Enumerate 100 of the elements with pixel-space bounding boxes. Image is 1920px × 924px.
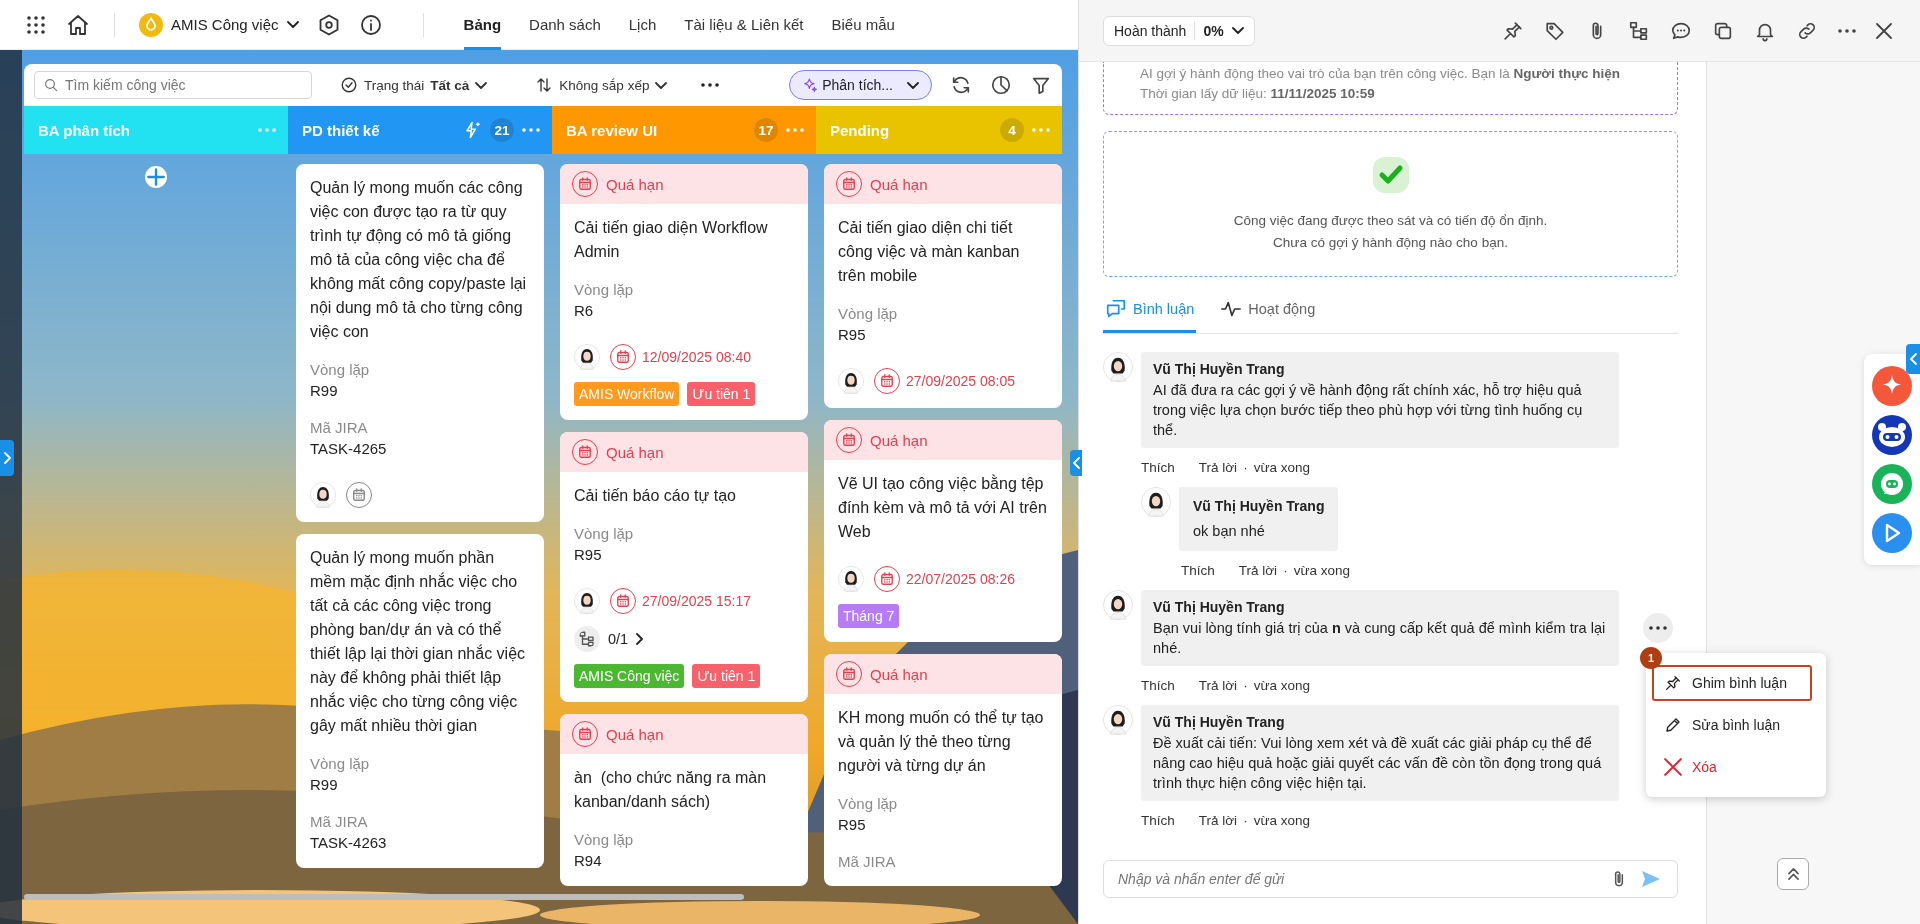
subtask-icon bbox=[574, 626, 600, 652]
field-label: Vòng lặp bbox=[838, 304, 899, 324]
task-card[interactable]: Quá hạn Cải tiến giao diện chi tiết công việc và màn kanban trên mobile Vòng lặp R95 27/09/2025 08:05 bbox=[824, 164, 1062, 408]
like-link[interactable]: Thích bbox=[1141, 460, 1175, 475]
plus-icon bbox=[147, 168, 165, 186]
task-card[interactable]: Quá hạn àn (cho chức năng ra màn kanban/danh sách) Vòng lặp R94 bbox=[560, 714, 808, 886]
note-line: AI gợi ý hành động theo vai trò của bạn trên công việc. Bạn là Người thực hiện bbox=[1140, 65, 1621, 83]
view-tab[interactable]: Biểu mẫu bbox=[831, 0, 895, 50]
double-chevron-up-icon bbox=[1787, 868, 1799, 880]
task-card[interactable]: Quá hạn Cải tiến giao diện Workflow Admin Vòng lặp R6 12/09/2025 08:40 AMIS Workflow Ưu tiên 1 bbox=[560, 164, 808, 420]
info-icon[interactable] bbox=[358, 12, 383, 37]
hierarchy-icon[interactable] bbox=[1628, 19, 1650, 42]
chat-icon[interactable] bbox=[1872, 464, 1912, 504]
field-label: Vòng lặp bbox=[838, 794, 899, 814]
detail-tab[interactable]: Hoạt động bbox=[1218, 287, 1318, 333]
view-tab[interactable]: Lịch bbox=[628, 0, 657, 50]
close-icon bbox=[1664, 758, 1682, 776]
field-value: R95 bbox=[838, 325, 867, 345]
like-link[interactable]: Thích bbox=[1141, 813, 1175, 828]
reply-link[interactable]: Trả lời bbox=[1198, 813, 1238, 828]
task-card[interactable] bbox=[296, 534, 544, 868]
field-value: R99 bbox=[310, 775, 339, 795]
chevron-right-icon bbox=[3, 452, 11, 464]
chevron-down-icon bbox=[907, 81, 919, 89]
view-tab[interactable]: Danh sách bbox=[529, 0, 601, 50]
comment-text: Bạn vui lòng tính giá trị của n và cung cấp kết quả để mình kiểm tra lại nhé. bbox=[1153, 619, 1607, 658]
field-label: Mã JIRA bbox=[838, 852, 897, 872]
step-badge: 1 bbox=[1640, 647, 1662, 669]
more-icon[interactable] bbox=[701, 83, 720, 87]
comment-text: AI đã đưa ra các gợi ý về hành động rất chính xác, hỗ trợ hiệu quả trong việc lựa chọn bước tiếp theo phù hợp với từng tình huống cụ thể. bbox=[1153, 381, 1584, 440]
check-badge-icon bbox=[1370, 155, 1411, 195]
overdue-label: Quá hạn bbox=[870, 431, 928, 449]
progress-dropdown[interactable]: Hoàn thành 0% bbox=[1103, 15, 1255, 46]
scrollbar[interactable] bbox=[24, 894, 744, 900]
avatar-icon bbox=[1103, 590, 1133, 620]
comment-time: vừa xong bbox=[1293, 563, 1350, 578]
count-badge: 21 bbox=[490, 118, 514, 142]
field-value: R95 bbox=[838, 815, 867, 835]
overdue-label: Quá hạn bbox=[606, 443, 664, 461]
menu-item[interactable]: Sửa bình luận bbox=[1652, 707, 1812, 743]
project-selector[interactable]: AMIS Công việc bbox=[139, 12, 299, 37]
chevron-left-icon bbox=[1909, 353, 1917, 365]
chevron-down-icon bbox=[286, 21, 299, 28]
scroll-top-button[interactable] bbox=[1777, 858, 1809, 890]
comment-text: ok bạn nhé bbox=[1193, 522, 1266, 541]
reply-link[interactable]: Trả lời bbox=[1198, 460, 1238, 475]
more-icon bbox=[1649, 626, 1667, 630]
refresh-icon[interactable] bbox=[950, 74, 972, 96]
overdue-label: Quá hạn bbox=[870, 665, 928, 683]
comment-author: Vũ Thị Huyền Trang bbox=[1153, 598, 1286, 617]
field-label: Vòng lặp bbox=[574, 524, 635, 544]
task-card[interactable]: Quá hạn KH mong muốn có thể tự tạo và quản lý thẻ theo từng người và từng dự án Vòng lặp R95 Mã JIRA bbox=[824, 654, 1062, 886]
note-line: Thời gian lấy dữ liệu: 11/11/2025 10:59 bbox=[1140, 85, 1376, 103]
sparkle-icon bbox=[802, 77, 819, 93]
separator: · bbox=[1243, 813, 1248, 828]
status-filter[interactable]: Trạng thái Tất cả bbox=[334, 76, 494, 94]
field-label: Vòng lặp bbox=[574, 830, 635, 850]
field-value: R6 bbox=[574, 301, 595, 321]
home-icon[interactable] bbox=[66, 12, 90, 37]
card-title: Quản lý mong muốn phần mềm mặc định nhắc việc cho tất cả các công việc trong phòng ban/dự án và có thể thiết lập lại thời gian nhắc việc này để không phải thiết lập nhắc việc cho từng công việc gây mất nhiều thời gian bbox=[310, 548, 527, 736]
comment-text: Đề xuất cải tiến: Vui lòng xem xét và đề xuất các giải pháp cụ thể để nâng cao hiệu quả hoặc giải quyết các vấn đề còn tồn đọng trong quá trình thực hiện công việc hiện tại. bbox=[1153, 734, 1603, 793]
expand-tab[interactable] bbox=[0, 440, 14, 476]
view-tab[interactable]: Tài liệu & Liên kết bbox=[684, 0, 804, 50]
more-icon[interactable] bbox=[1838, 28, 1856, 33]
card-title: KH mong muốn có thể tự tạo và quản lý thẻ theo từng người và từng dự án bbox=[838, 708, 1045, 776]
chevron-right-icon[interactable] bbox=[636, 633, 644, 645]
card-title: Quản lý mong muốn các công việc con được tạo ra từ quy trình tự động có mô tả giống mô tả của công việc cha để không mất công copy/paste lại nội dung mô tả cho từng công việc con bbox=[310, 178, 528, 342]
reply-link[interactable]: Trả lời bbox=[1198, 678, 1238, 693]
field-label: Vòng lặp bbox=[310, 754, 371, 774]
pie-chart-icon[interactable] bbox=[990, 74, 1012, 96]
analysis-button[interactable]: Phân tích... bbox=[789, 70, 932, 100]
status-text: Công việc đang được theo sát và có tiến độ ổn định. bbox=[1233, 212, 1548, 230]
close-icon[interactable] bbox=[1876, 22, 1892, 39]
task-card[interactable] bbox=[296, 164, 544, 522]
search-box[interactable]: Tìm kiếm công việc bbox=[34, 71, 312, 99]
status-text: Chưa có gợi ý hành động nào cho bạn. bbox=[1273, 234, 1508, 252]
comment-time: vừa xong bbox=[1253, 460, 1310, 475]
like-link[interactable]: Thích bbox=[1141, 678, 1175, 693]
sort-dropdown[interactable]: Không sắp xếp bbox=[529, 76, 674, 94]
task-card[interactable]: Quá hạn Vẽ UI tạo công việc bằng tệp đính kèm và mô tả với AI trên Web 22/07/2025 08:26 Tháng 7 bbox=[824, 420, 1062, 642]
card-title: Cải tiến giao diện Workflow Admin bbox=[574, 218, 769, 262]
play-icon[interactable] bbox=[1872, 513, 1912, 553]
comment-box[interactable]: Nhập và nhấn enter để gửi bbox=[1103, 860, 1678, 898]
more-button[interactable] bbox=[1643, 613, 1673, 643]
menu-item[interactable]: Ghim bình luận bbox=[1652, 665, 1812, 701]
detail-tab[interactable]: Bình luận bbox=[1103, 287, 1197, 333]
sparkle-icon[interactable] bbox=[1872, 366, 1912, 406]
like-link[interactable]: Thích bbox=[1181, 563, 1215, 578]
pin-icon[interactable] bbox=[1502, 19, 1524, 42]
robot-icon[interactable] bbox=[1872, 415, 1912, 455]
avatar-icon bbox=[1103, 352, 1133, 382]
menu-item[interactable]: Xóa bbox=[1652, 749, 1812, 785]
comment-author: Vũ Thị Huyền Trang bbox=[1153, 713, 1286, 732]
count-badge: 4 bbox=[1000, 118, 1024, 142]
collapse-tab[interactable] bbox=[1070, 450, 1082, 476]
due-date: 22/07/2025 08:26 bbox=[906, 571, 1015, 587]
column-title: BA review UI bbox=[566, 121, 659, 139]
reply-link[interactable]: Trả lời bbox=[1238, 563, 1278, 578]
task-card[interactable]: Quá hạn Cải tiến báo cáo tự tạo Vòng lặp R95 27/09/2025 15:17 0/1 AMIS Công việc Ưu tiên 1 bbox=[560, 432, 808, 702]
collapse-tab[interactable] bbox=[1906, 344, 1920, 374]
